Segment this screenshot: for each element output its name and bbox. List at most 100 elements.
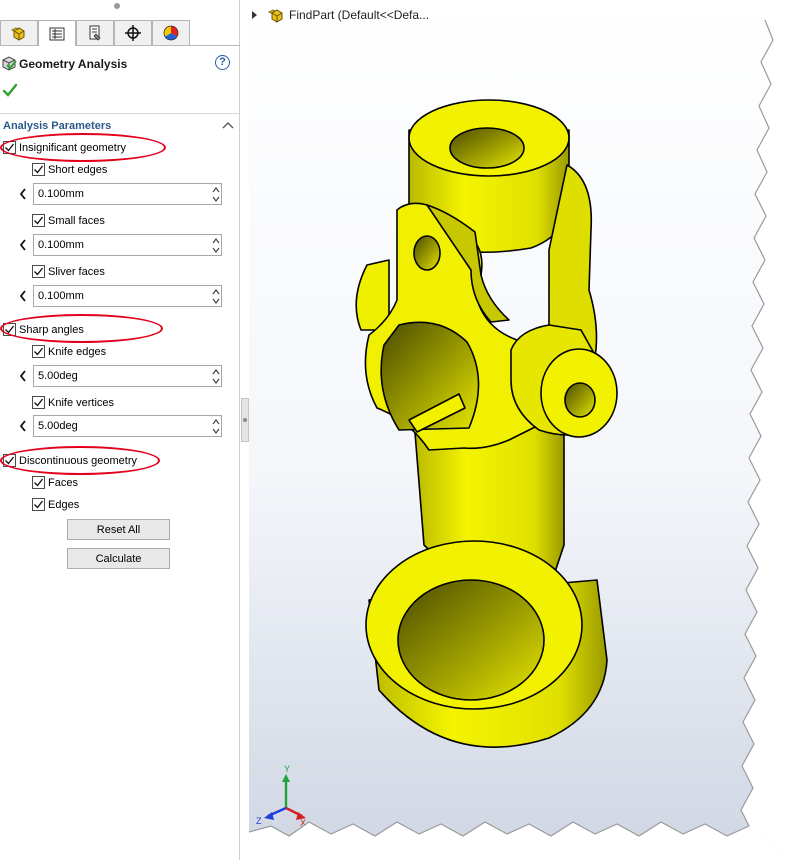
small-faces-checkbox[interactable]: Small faces [32, 213, 105, 228]
check-icon [5, 325, 15, 334]
short-edges-input[interactable] [33, 183, 222, 205]
checkbox-box[interactable] [3, 141, 16, 154]
triad-y-label: Y [284, 764, 290, 774]
checkbox-box[interactable] [3, 454, 16, 467]
reset-all-button[interactable]: Reset All [67, 519, 170, 540]
spinner-buttons [210, 285, 222, 307]
sliver-faces-checkbox[interactable]: Sliver faces [32, 264, 105, 279]
property-list-icon [49, 27, 65, 40]
check-icon [5, 456, 15, 465]
help-button[interactable]: ? [215, 55, 230, 70]
check-icon [34, 216, 44, 225]
expand-arrow-icon[interactable] [249, 10, 259, 20]
checkbox-box[interactable] [32, 214, 45, 227]
checkbox-box[interactable] [32, 476, 45, 489]
property-manager-panel: Geometry Analysis ? Analysis Parameters … [0, 0, 240, 860]
section-divider [0, 113, 240, 114]
color-wheel-icon [163, 25, 179, 41]
triad-z-label: Z [256, 816, 262, 826]
checkbox-box[interactable] [32, 396, 45, 409]
knife-edges-checkbox[interactable]: Knife edges [32, 344, 106, 359]
chevron-down-icon[interactable] [211, 195, 221, 204]
knife-edges-stepper [14, 365, 226, 387]
insignificant-geometry-checkbox[interactable]: Insignificant geometry [3, 140, 126, 155]
knife-vertices-input[interactable] [33, 415, 222, 437]
chevron-up-icon[interactable] [211, 236, 221, 245]
edges-checkbox[interactable]: Edges [32, 497, 79, 512]
checkbox-box[interactable] [3, 323, 16, 336]
chevron-down-icon[interactable] [211, 297, 221, 306]
spinner-buttons [210, 183, 222, 205]
chevron-down-icon[interactable] [211, 377, 221, 386]
splitter-dot [243, 418, 247, 422]
collapse-section-button[interactable] [222, 120, 234, 130]
small-faces-input[interactable] [33, 234, 222, 256]
manager-tab-bar [0, 19, 240, 46]
discontinuous-geometry-checkbox[interactable]: Discontinuous geometry [3, 453, 137, 468]
chevron-left-icon[interactable] [18, 369, 28, 383]
panel-grip[interactable] [114, 3, 120, 9]
chevron-down-icon[interactable] [211, 427, 221, 436]
chevron-left-icon[interactable] [18, 187, 28, 201]
tab-configuration-manager[interactable] [76, 20, 114, 45]
knife-vertices-label: Knife vertices [48, 396, 115, 409]
chevron-up-icon[interactable] [211, 367, 221, 376]
insignificant-geometry-label: Insignificant geometry [19, 141, 126, 154]
chevron-up-icon[interactable] [211, 417, 221, 426]
sharp-angles-label: Sharp angles [19, 323, 84, 336]
sliver-faces-stepper [14, 285, 226, 307]
crosshair-icon [125, 25, 141, 41]
faces-checkbox[interactable]: Faces [32, 475, 78, 490]
check-icon [34, 267, 44, 276]
sliver-faces-input[interactable] [33, 285, 222, 307]
chevron-up-icon[interactable] [211, 287, 221, 296]
knife-vertices-checkbox[interactable]: Knife vertices [32, 395, 114, 410]
spinner-buttons [210, 415, 222, 437]
knife-edges-input[interactable] [33, 365, 222, 387]
sliver-faces-label: Sliver faces [48, 265, 105, 278]
sharp-angles-checkbox[interactable]: Sharp angles [3, 322, 84, 337]
checkbox-box[interactable] [32, 345, 45, 358]
spinner-buttons [210, 365, 222, 387]
checkmark-icon [2, 83, 18, 97]
knife-edges-label: Knife edges [48, 345, 107, 358]
graphics-area[interactable]: Y Z X [249, 0, 788, 860]
edges-label: Edges [48, 498, 80, 511]
tab-dimxpert-manager[interactable] [114, 20, 152, 45]
checkbox-box[interactable] [32, 265, 45, 278]
check-icon [34, 347, 44, 356]
knife-vertices-stepper [14, 415, 226, 437]
chevron-left-icon[interactable] [18, 238, 28, 252]
property-manager-header: Geometry Analysis [0, 52, 240, 76]
tab-display-manager[interactable] [152, 20, 190, 45]
page-title: Geometry Analysis [19, 57, 128, 71]
small-faces-stepper [14, 234, 226, 256]
section-title: Analysis Parameters [3, 120, 112, 132]
side-boss-hole [564, 382, 596, 418]
check-icon [34, 500, 44, 509]
ok-button[interactable] [2, 82, 18, 98]
chevron-up-icon[interactable] [211, 185, 221, 194]
chevron-left-icon[interactable] [18, 419, 28, 433]
clevis-pin-hole [413, 235, 441, 271]
part-name: FindPart (Default<<Defa... [289, 8, 430, 22]
chevron-left-icon[interactable] [18, 289, 28, 303]
tab-feature-manager[interactable] [0, 20, 38, 45]
short-edges-checkbox[interactable]: Short edges [32, 162, 107, 177]
discontinuous-geometry-label: Discontinuous geometry [19, 454, 138, 467]
checkbox-box[interactable] [32, 163, 45, 176]
check-icon [34, 165, 44, 174]
geometry-analysis-icon [2, 56, 17, 71]
chevron-down-icon[interactable] [211, 246, 221, 255]
spinner-buttons [210, 234, 222, 256]
short-edges-stepper [14, 183, 226, 205]
check-icon [5, 143, 15, 152]
small-faces-label: Small faces [48, 214, 105, 227]
calculate-button[interactable]: Calculate [67, 548, 170, 569]
part-cube-icon [11, 27, 25, 41]
tab-property-manager[interactable] [38, 20, 76, 46]
chevron-up-icon [222, 122, 234, 129]
feature-tree-flyout[interactable]: FindPart (Default<<Defa... [249, 5, 429, 25]
panel-splitter-handle[interactable] [241, 398, 249, 442]
checkbox-box[interactable] [32, 498, 45, 511]
